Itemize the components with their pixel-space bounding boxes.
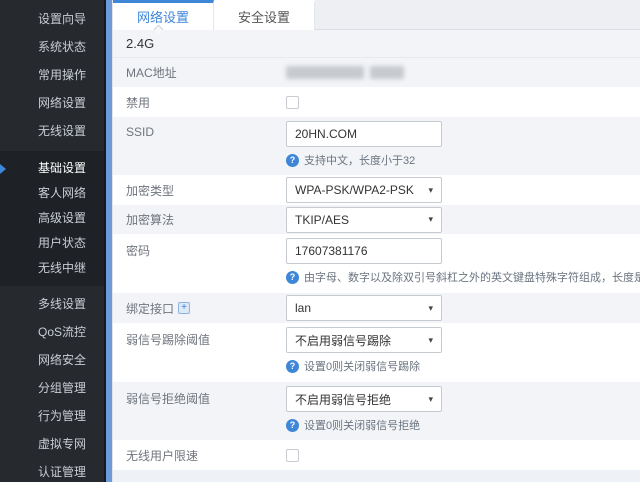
bind-interface-label: 绑定接口 + — [126, 300, 286, 317]
sidebar-item-group-management[interactable]: 分组管理 — [0, 374, 104, 402]
chevron-down-icon: ▾ — [428, 303, 433, 314]
ssid-help-text: 支持中文，长度小于32 — [304, 152, 415, 168]
encryption-type-select[interactable]: WPA-PSK/WPA2-PSK ▾ — [286, 177, 442, 203]
weak-signal-kick-label: 弱信号踢除阈值 — [126, 323, 286, 348]
help-icon: ? — [286, 271, 299, 284]
mac-address-redacted — [286, 66, 404, 79]
main-content: 网络设置 安全设置 2.4G MAC地址 禁用 SSID ? — [112, 0, 640, 482]
tab-network-settings[interactable]: 网络设置 — [113, 0, 214, 30]
sidebar: 设置向导 系统状态 常用操作 网络设置 无线设置 基础设置 客人网络 高级设置 … — [0, 0, 104, 482]
disable-checkbox[interactable] — [286, 96, 299, 109]
sidebar-item-wireless-settings[interactable]: 无线设置 — [0, 117, 104, 145]
weak-signal-reject-help-text: 设置0则关闭弱信号拒绝 — [304, 417, 420, 433]
user-speed-limit-checkbox[interactable] — [286, 449, 299, 462]
sidebar-item-vpn[interactable]: 虚拟专网 — [0, 430, 104, 458]
password-help: ? 由字母、数字以及除双引号斜杠之外的英文键盘特殊字符组成，长度是8到63个字符 — [286, 269, 640, 285]
weak-signal-kick-select[interactable]: 不启用弱信号踢除 ▾ — [286, 327, 442, 353]
ssid-help: ? 支持中文，长度小于32 — [286, 152, 442, 168]
form-row-mac: MAC地址 — [113, 58, 640, 87]
tab-security-settings[interactable]: 安全设置 — [214, 0, 315, 30]
sidebar-item-system-status[interactable]: 系统状态 — [0, 33, 104, 61]
sidebar-item-common-operations[interactable]: 常用操作 — [0, 61, 104, 89]
sidebar-item-network-security[interactable]: 网络安全 — [0, 346, 104, 374]
section-title: 2.4G — [126, 36, 154, 51]
bind-interface-select[interactable]: lan ▾ — [286, 295, 442, 321]
help-icon: ? — [286, 419, 299, 432]
form-row-bind-interface: 绑定接口 + lan ▾ — [113, 293, 640, 323]
encryption-type-label: 加密类型 — [126, 182, 286, 199]
encryption-algorithm-label: 加密算法 — [126, 211, 286, 228]
bind-interface-label-text: 绑定接口 — [126, 300, 174, 317]
encryption-algorithm-value: TKIP/AES — [295, 213, 349, 227]
router-admin-app: 设置向导 系统状态 常用操作 网络设置 无线设置 基础设置 客人网络 高级设置 … — [0, 0, 640, 482]
encryption-type-value: WPA-PSK/WPA2-PSK — [295, 183, 414, 197]
password-label: 密码 — [126, 234, 286, 259]
chevron-down-icon: ▾ — [428, 394, 433, 405]
content-footer-fill — [113, 470, 640, 482]
mac-label: MAC地址 — [126, 64, 286, 81]
sidebar-item-user-status[interactable]: 用户状态 — [0, 231, 104, 256]
form-row-user-speed-limit: 无线用户限速 — [113, 440, 640, 470]
form-row-encryption-algorithm: 加密算法 TKIP/AES ▾ — [113, 205, 640, 234]
form-row-weak-signal-kick: 弱信号踢除阈值 不启用弱信号踢除 ▾ ? 设置0则关闭弱信号踢除 — [113, 323, 640, 382]
weak-signal-kick-value: 不启用弱信号踢除 — [295, 332, 391, 349]
password-input[interactable] — [286, 238, 442, 264]
encryption-algorithm-select[interactable]: TKIP/AES ▾ — [286, 207, 442, 233]
tab-bar: 网络设置 安全设置 — [113, 0, 640, 30]
add-interface-icon[interactable]: + — [178, 302, 190, 314]
weak-signal-reject-help: ? 设置0则关闭弱信号拒绝 — [286, 417, 442, 433]
wireless-submenu: 基础设置 客人网络 高级设置 用户状态 无线中继 — [0, 151, 104, 286]
mac-redacted-block — [286, 66, 364, 79]
password-help-text: 由字母、数字以及除双引号斜杠之外的英文键盘特殊字符组成，长度是8到63个字符 — [304, 269, 640, 285]
bind-interface-value: lan — [295, 301, 311, 315]
ssid-input[interactable] — [286, 121, 442, 147]
form-row-encryption-type: 加密类型 WPA-PSK/WPA2-PSK ▾ — [113, 175, 640, 205]
active-item-arrow-icon — [0, 164, 6, 174]
chevron-down-icon: ▾ — [428, 335, 433, 346]
sidebar-item-setup-wizard[interactable]: 设置向导 — [0, 5, 104, 33]
sidebar-item-advanced-settings[interactable]: 高级设置 — [0, 206, 104, 231]
form-row-password: 密码 ? 由字母、数字以及除双引号斜杠之外的英文键盘特殊字符组成，长度是8到63… — [113, 234, 640, 293]
ssid-label: SSID — [126, 117, 286, 139]
chevron-down-icon: ▾ — [428, 185, 433, 196]
weak-signal-reject-select[interactable]: 不启用弱信号拒绝 ▾ — [286, 386, 442, 412]
sidebar-item-auth-management[interactable]: 认证管理 — [0, 458, 104, 482]
form-row-weak-signal-reject: 弱信号拒绝阈值 不启用弱信号拒绝 ▾ ? 设置0则关闭弱信号拒绝 — [113, 382, 640, 440]
sidebar-scrollbar[interactable] — [104, 0, 112, 482]
mac-redacted-block — [370, 66, 404, 79]
sidebar-item-label: 基础设置 — [38, 161, 86, 175]
sidebar-item-basic-settings[interactable]: 基础设置 — [0, 156, 104, 181]
help-icon: ? — [286, 154, 299, 167]
weak-signal-kick-help: ? 设置0则关闭弱信号踢除 — [286, 358, 442, 374]
sidebar-item-network-settings[interactable]: 网络设置 — [0, 89, 104, 117]
weak-signal-reject-label: 弱信号拒绝阈值 — [126, 382, 286, 407]
sidebar-item-wireless-repeater[interactable]: 无线中继 — [0, 256, 104, 281]
chevron-down-icon: ▾ — [428, 214, 433, 225]
weak-signal-kick-help-text: 设置0则关闭弱信号踢除 — [304, 358, 420, 374]
user-speed-limit-label: 无线用户限速 — [126, 447, 286, 464]
sidebar-item-qos[interactable]: QoS流控 — [0, 318, 104, 346]
help-icon: ? — [286, 360, 299, 373]
section-header-2-4g: 2.4G — [113, 30, 640, 58]
weak-signal-reject-value: 不启用弱信号拒绝 — [295, 391, 391, 408]
sidebar-item-behavior-management[interactable]: 行为管理 — [0, 402, 104, 430]
sidebar-item-guest-network[interactable]: 客人网络 — [0, 181, 104, 206]
form-row-ssid: SSID ? 支持中文，长度小于32 — [113, 117, 640, 175]
sidebar-item-multiline-settings[interactable]: 多线设置 — [0, 290, 104, 318]
disable-label: 禁用 — [126, 94, 286, 111]
form-row-disable: 禁用 — [113, 87, 640, 117]
